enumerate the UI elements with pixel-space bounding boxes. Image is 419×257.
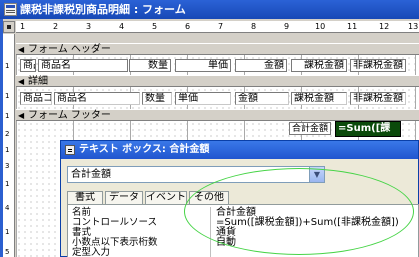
section-marker-icon: ◀: [18, 45, 25, 54]
section-marker-icon: ◀: [18, 111, 25, 120]
ruler-mark: 2: [5, 130, 10, 138]
chevron-down-icon[interactable]: ▼: [309, 167, 324, 182]
ruler-mark: 11: [347, 22, 358, 31]
ruler-mark: 13: [408, 22, 419, 31]
window-title: 課税非課税別商品明細 : フォーム: [20, 3, 186, 16]
form-header-label: フォーム ヘッダー: [28, 44, 111, 55]
footer-label-total[interactable]: 合計金額: [289, 122, 331, 135]
footer-textbox-total[interactable]: =Sum([課: [335, 121, 401, 137]
ruler-mark: 8: [251, 22, 257, 31]
ruler-mark: 1: [20, 22, 26, 31]
header-label-taxable-amount[interactable]: 課税金額: [291, 59, 347, 72]
ruler-mark: 4: [119, 22, 125, 31]
header-label-name[interactable]: 商品名: [38, 59, 128, 72]
vertical-ruler[interactable]: 1 1 1 2 1 3 1 4 1 5: [3, 34, 15, 257]
form-footer-label: フォーム フッター: [28, 110, 111, 121]
tab-data[interactable]: データ: [105, 191, 143, 205]
header-label-quantity[interactable]: 数量: [129, 59, 171, 72]
tab-event[interactable]: イベント: [145, 191, 187, 205]
form-footer-bar[interactable]: ◀ フォーム フッター: [16, 109, 419, 121]
detail-field-name[interactable]: 商品名: [54, 92, 140, 105]
form-header-section[interactable]: 商品 商品名 数量 単価 金額 課税金額 非課税金額: [16, 55, 419, 75]
tab-other[interactable]: その他: [189, 191, 229, 205]
header-label-nontaxable-amount[interactable]: 非課税金額: [350, 59, 406, 72]
detail-section[interactable]: 商品コ 商品名 数量 単価 金額 課税金額 非課税金額: [16, 87, 419, 109]
detail-field-quantity[interactable]: 数量: [142, 92, 172, 105]
object-selector-dropdown[interactable]: 合計金額 ▼: [67, 166, 325, 183]
property-name[interactable]: 定型入力: [72, 248, 110, 257]
property-list: 名前 合計金額 コントロールソース =Sum([課税金額])+Sum([非課税金…: [67, 204, 419, 257]
detail-field-nontaxable-amount[interactable]: 非課税金額: [350, 92, 406, 105]
header-label-amount[interactable]: 金額: [235, 59, 287, 72]
form-header-bar[interactable]: ◀ フォーム ヘッダー: [16, 43, 419, 55]
property-sheet-icon: [65, 145, 75, 155]
section-marker-icon: ◀: [18, 77, 25, 86]
detail-field-unit-price[interactable]: 単価: [175, 92, 231, 105]
ruler-mark: 1: [5, 62, 10, 70]
property-value-decimal-places[interactable]: 自動: [216, 238, 236, 248]
ruler-mark: 1: [5, 92, 10, 100]
detail-label: 詳細: [28, 76, 48, 87]
ruler-mark: 9: [284, 22, 290, 31]
detail-field-code[interactable]: 商品コ: [20, 92, 52, 105]
property-column-divider: [210, 207, 211, 257]
ruler-mark: 1: [5, 112, 10, 120]
ruler-mark: 6: [185, 22, 191, 31]
horizontal-ruler[interactable]: 1 2 3 4 5 6 7 8 9 10 11 12 13: [16, 21, 419, 33]
detail-field-amount[interactable]: 金額: [235, 92, 289, 105]
detail-bar[interactable]: ◀ 詳細: [16, 75, 419, 87]
ruler-mark: 7: [218, 22, 224, 31]
header-label-code[interactable]: 商品: [20, 59, 36, 72]
ruler-mark: 1: [5, 180, 10, 188]
header-label-unit-price[interactable]: 単価: [175, 59, 231, 72]
form-icon: [4, 3, 17, 16]
ruler-mark: 4: [5, 204, 10, 212]
ruler-mark: 1: [5, 146, 10, 154]
window-title-bar[interactable]: 課税非課税別商品明細 : フォーム: [0, 0, 419, 19]
detail-field-taxable-amount[interactable]: 課税金額: [291, 92, 347, 105]
property-value-control-source[interactable]: =Sum([課税金額])+Sum([非課税金額]): [216, 218, 399, 228]
ruler-mark: 2: [53, 22, 59, 31]
ruler-mark: 1: [5, 228, 10, 236]
property-sheet[interactable]: テキスト ボックス: 合計金額 合計金額 ▼ 書式 データ イベント その他 名…: [60, 140, 419, 257]
ruler-mark: 12: [379, 22, 390, 31]
form-selector[interactable]: [3, 21, 15, 33]
ruler-mark: 3: [86, 22, 92, 31]
property-sheet-title: テキスト ボックス: 合計金額: [79, 144, 210, 155]
ruler-mark: 3: [5, 162, 10, 170]
ruler-mark: 10: [315, 22, 326, 31]
ruler-mark: 5: [5, 248, 10, 256]
property-sheet-title-bar[interactable]: テキスト ボックス: 合計金額: [61, 141, 418, 159]
object-selector-value: 合計金額: [71, 169, 111, 180]
tab-format[interactable]: 書式: [67, 191, 103, 205]
ruler-mark: 5: [152, 22, 158, 31]
